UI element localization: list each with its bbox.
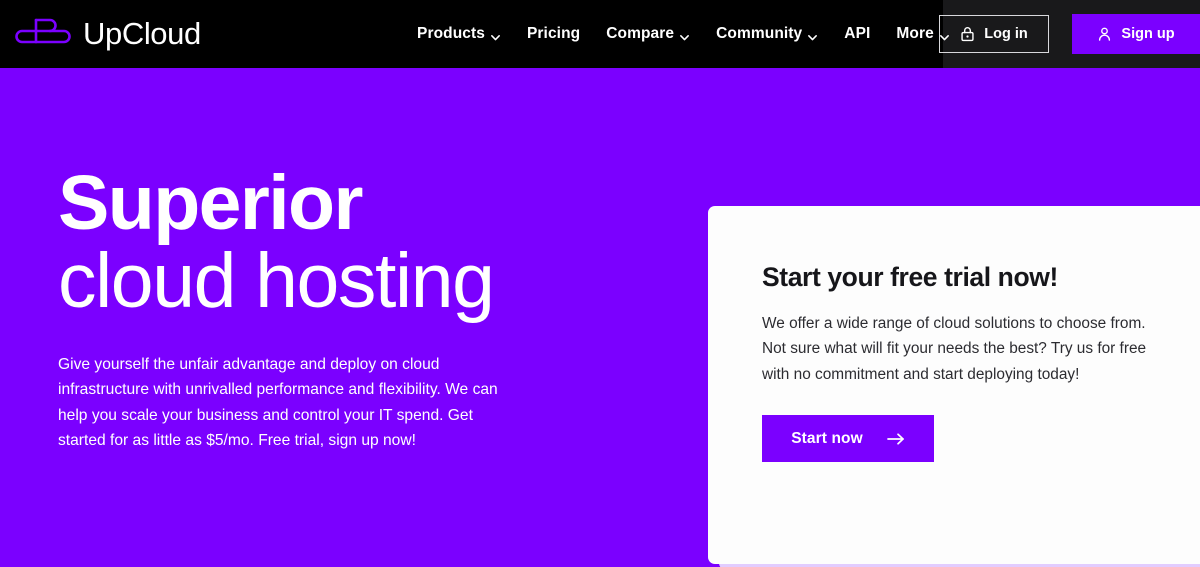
nav-item-pricing[interactable]: Pricing xyxy=(514,25,593,43)
main-navigation: Products Pricing Compare Community API M… xyxy=(404,0,963,68)
upcloud-logo-icon xyxy=(14,16,72,52)
user-icon xyxy=(1097,26,1112,42)
hero-text-block: Superior cloud hosting Give yourself the… xyxy=(58,160,678,453)
login-label: Log in xyxy=(984,26,1028,42)
hero-section: Superior cloud hosting Give yourself the… xyxy=(0,68,1200,567)
arrow-right-icon xyxy=(886,432,905,446)
nav-item-compare[interactable]: Compare xyxy=(593,25,703,43)
nav-label: API xyxy=(844,25,871,42)
free-trial-card: Start your free trial now! We offer a wi… xyxy=(708,206,1200,564)
hero-title-line-2: cloud hosting xyxy=(58,238,495,325)
nav-label: Compare xyxy=(606,25,675,42)
nav-item-community[interactable]: Community xyxy=(703,25,831,43)
signup-label: Sign up xyxy=(1121,26,1175,42)
card-title: Start your free trial now! xyxy=(762,262,1058,292)
hero-title-line-1: Superior xyxy=(58,160,363,246)
logo-text: UpCloud xyxy=(83,15,201,51)
lock-icon xyxy=(960,26,975,42)
nav-item-products[interactable]: Products xyxy=(404,25,514,43)
page-title: Superior cloud hosting xyxy=(58,160,678,325)
chevron-down-icon xyxy=(679,30,690,41)
start-now-button[interactable]: Start now xyxy=(762,415,934,463)
chevron-down-icon xyxy=(807,30,818,41)
signup-button[interactable]: Sign up xyxy=(1072,14,1200,54)
site-header: UpCloud Products Pricing Compare Communi… xyxy=(0,0,1200,68)
card-paragraph: We offer a wide range of cloud solutions… xyxy=(762,314,1147,383)
chevron-down-icon xyxy=(490,30,501,41)
nav-label: Products xyxy=(417,25,485,42)
auth-actions: Log in Sign up xyxy=(939,0,1200,68)
login-button[interactable]: Log in xyxy=(939,15,1049,53)
start-now-label: Start now xyxy=(791,429,863,447)
hero-paragraph: Give yourself the unfair advantage and d… xyxy=(58,355,498,449)
nav-item-api[interactable]: API xyxy=(831,25,883,43)
nav-label: Community xyxy=(716,25,803,42)
nav-label: More xyxy=(896,25,934,42)
logo-link[interactable]: UpCloud xyxy=(14,0,201,68)
nav-label: Pricing xyxy=(526,25,581,42)
